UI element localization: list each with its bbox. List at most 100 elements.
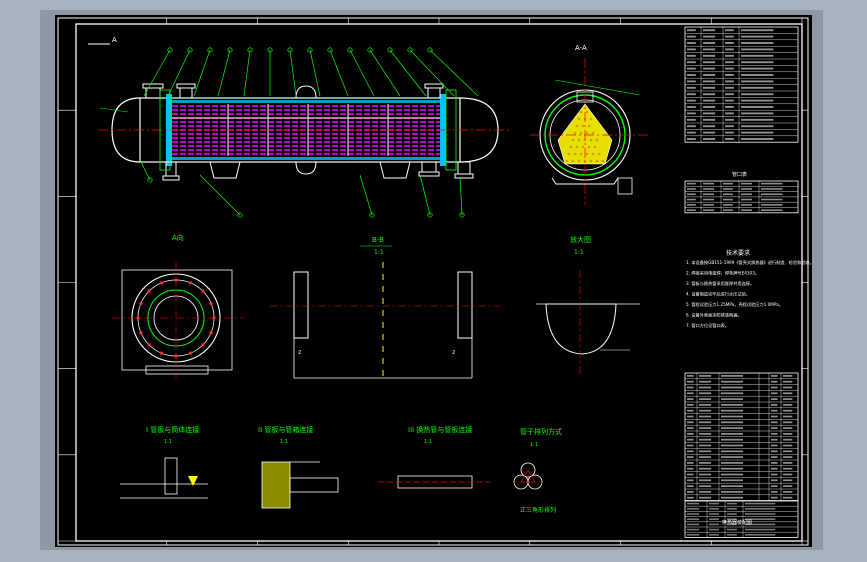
- table-cell-text: [699, 450, 712, 453]
- table-cell-text: [761, 193, 783, 196]
- table-cell-text: [687, 125, 696, 128]
- table-cell-text: [687, 48, 696, 51]
- table-cell-text: [771, 415, 778, 418]
- table-cell-text: [687, 138, 696, 140]
- table-cell-text: [771, 456, 778, 458]
- aa-tube-hole: [591, 152, 595, 156]
- aa-tube-hole: [589, 117, 593, 121]
- bolt-hole: [139, 330, 143, 335]
- table-cell-text: [687, 392, 694, 395]
- table-cell-text: [741, 204, 752, 206]
- bolt-hole: [159, 351, 164, 355]
- table-cell-text: [783, 421, 793, 424]
- table-cell-text: [687, 209, 696, 211]
- title-block-name: 换热器装配图: [722, 519, 752, 526]
- table-cell-text: [687, 386, 694, 389]
- table-cell-text: [703, 138, 716, 140]
- table-cell-text: [771, 462, 778, 464]
- table-cell-text: [687, 450, 694, 453]
- table-cell-text: [687, 380, 694, 383]
- table-cell-text: [687, 518, 700, 520]
- view-a-title: A向: [172, 233, 184, 242]
- table-cell-text: [703, 182, 714, 185]
- table-cell-text: [687, 523, 700, 526]
- table-cell-text: [771, 375, 778, 377]
- table-cell-text: [771, 392, 778, 395]
- detail-2-hatch: [262, 462, 290, 508]
- table-cell-text: [721, 375, 743, 377]
- bolt-hole: [188, 281, 193, 285]
- table-cell-text: [703, 198, 714, 201]
- note-line: 5. 管程试验压力1.25MPa，壳程试验压力1.0MPa。: [686, 301, 783, 308]
- table-cell-text: [703, 118, 716, 121]
- table-cell-text: [727, 502, 737, 505]
- table-cell-text: [703, 74, 716, 76]
- table-cell-text: [687, 398, 694, 400]
- table-cell-text: [741, 182, 752, 185]
- aa-tube-hole: [587, 124, 591, 128]
- table-cell-text: [783, 386, 793, 389]
- table-cell-text: [699, 485, 712, 487]
- table-cell-text: [687, 508, 700, 510]
- table-cell-text: [703, 193, 714, 196]
- notes-title: 技术要求: [726, 249, 750, 257]
- table-cell-text: [725, 42, 734, 44]
- table-cell-text: [687, 534, 700, 536]
- table-cell-text: [741, 48, 774, 51]
- table-cell-text: [783, 479, 793, 482]
- table-cell-text: [725, 106, 734, 108]
- table-cell-text: [783, 491, 793, 493]
- table-cell-text: [703, 204, 714, 206]
- table-cell-text: [783, 473, 793, 476]
- table-cell-text: [741, 106, 774, 108]
- table-cell-text: [745, 508, 776, 510]
- table-cell-text: [687, 131, 696, 134]
- table-cell-text: [783, 427, 793, 429]
- table-cell-text: [771, 380, 778, 383]
- table-cell-text: [703, 42, 716, 44]
- table-cell-text: [703, 93, 716, 96]
- aa-tube-hole: [593, 145, 597, 149]
- table-cell-text: [721, 398, 743, 400]
- detail-1-title: I 管板与筒体连接: [146, 425, 199, 434]
- table-cell-text: [687, 61, 696, 64]
- aa-tube-hole: [589, 138, 593, 142]
- table-cell-text: [721, 462, 743, 464]
- table-cell-text: [721, 473, 743, 476]
- table-cell-text: [721, 467, 743, 470]
- table-cell-text: [761, 204, 783, 206]
- table-cell-text: [721, 404, 743, 406]
- table-cell-text: [687, 502, 700, 505]
- table-cell-text: [771, 409, 778, 412]
- table-cell-text: [721, 409, 743, 412]
- table-cell-text: [783, 456, 793, 458]
- table-cell-text: [687, 427, 694, 429]
- table-cell-text: [699, 479, 712, 482]
- table-cell-text: [783, 450, 793, 453]
- table-cell-text: [741, 54, 774, 57]
- table-cell-text: [783, 462, 793, 464]
- table-cell-text: [725, 48, 734, 51]
- table-cell-text: [703, 61, 716, 64]
- table-cell-text: [723, 204, 733, 206]
- table-cell-text: [721, 380, 743, 383]
- table-cell-text: [703, 80, 716, 83]
- table-cell-text: [761, 182, 783, 185]
- table-cell-text: [721, 415, 743, 418]
- table-cell-text: [721, 438, 743, 441]
- table-cell-text: [687, 375, 694, 377]
- table-cell-text: [699, 375, 712, 377]
- table-cell-text: [687, 42, 696, 44]
- table-cell-text: [741, 138, 774, 140]
- table-cell-text: [687, 182, 696, 185]
- aa-tube-hole: [575, 145, 579, 149]
- table-cell-text: [699, 438, 712, 441]
- table-cell-text: [703, 29, 716, 32]
- table-cell-text: [721, 496, 743, 499]
- shell-top-wall: [172, 100, 440, 103]
- table-cell-text: [703, 35, 716, 38]
- table-cell-text: [687, 462, 694, 464]
- table-cell-text: [745, 513, 776, 515]
- table-cell-text: [687, 93, 696, 96]
- table-cell-text: [687, 35, 696, 38]
